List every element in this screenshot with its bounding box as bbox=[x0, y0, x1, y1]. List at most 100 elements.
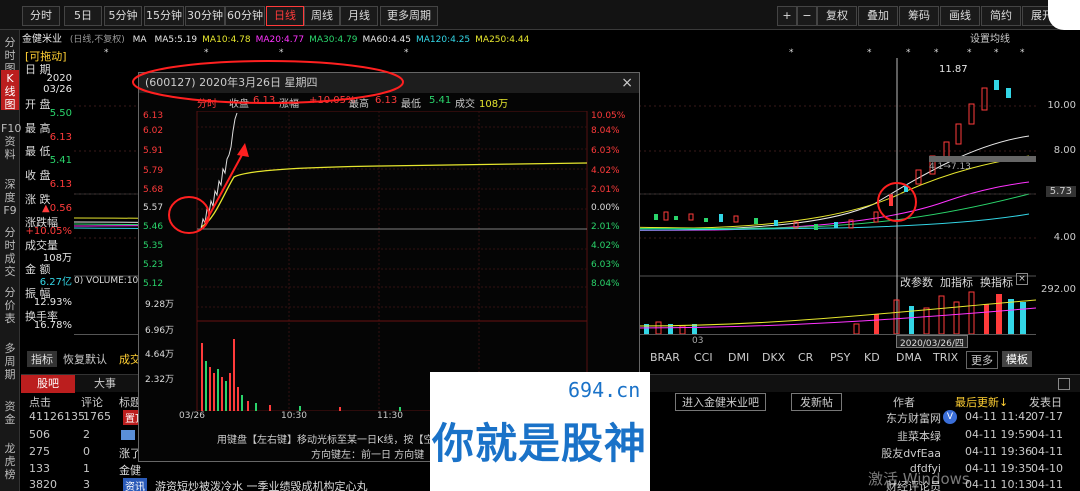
price-tick: 10.00 bbox=[1047, 100, 1076, 111]
date-cursor: 2020/03/26/四 bbox=[896, 335, 968, 349]
price-tick: 5.79 bbox=[143, 166, 164, 176]
period-monthly[interactable]: 月线 bbox=[340, 6, 378, 26]
row-clicks: 41126135 bbox=[29, 410, 85, 423]
price-tick: 5.46 bbox=[143, 222, 164, 232]
tab-tick-trades[interactable]: 分时成交 bbox=[1, 226, 19, 278]
period-weekly[interactable]: 周线 bbox=[304, 6, 340, 26]
indicator-cci[interactable]: CCI bbox=[694, 351, 713, 364]
zoom-in-button[interactable]: + bbox=[777, 6, 797, 26]
col-author: 作者 bbox=[893, 396, 915, 409]
indicator-tab[interactable]: 指标 bbox=[27, 351, 57, 367]
pct-tick: 4.02% bbox=[591, 166, 620, 176]
period-daily[interactable]: 日线 bbox=[266, 6, 304, 26]
svg-text:*: * bbox=[867, 48, 872, 58]
price-axis: 10.00 8.00 5.73 4.00 292.00 bbox=[1036, 44, 1080, 364]
tab-depth[interactable]: 深度F9 bbox=[1, 178, 19, 217]
ma-settings-link[interactable]: 设置均线 bbox=[970, 30, 1010, 45]
time-tick: 10:30 bbox=[281, 411, 307, 421]
tab-guba[interactable]: 股吧 bbox=[21, 375, 75, 393]
period-more[interactable]: 更多周期 bbox=[380, 6, 438, 26]
period-5day[interactable]: 5日 bbox=[64, 6, 102, 26]
reset-default[interactable]: 恢复默认 bbox=[63, 351, 107, 367]
price-tick: 4.00 bbox=[1053, 232, 1076, 243]
more-indicators[interactable]: 更多 bbox=[966, 351, 998, 369]
period-intraday[interactable]: 分时 bbox=[22, 6, 60, 26]
col-latest[interactable]: 最后更新↓ bbox=[955, 394, 1008, 410]
time-tick: 03/26 bbox=[179, 411, 205, 421]
svg-text:*: * bbox=[906, 48, 911, 58]
left-side-tabs: 分时图 K线图 F10资料 深度F9 分时成交 分价表 多周期 资金 龙虎榜 bbox=[0, 30, 21, 491]
verified-icon: V bbox=[943, 410, 957, 424]
tab-multi-period[interactable]: 多周期 bbox=[1, 342, 19, 381]
indicator-dmi[interactable]: DMI bbox=[728, 351, 749, 364]
pct-tick: 8.04% bbox=[591, 279, 620, 289]
indicator-brar[interactable]: BRAR bbox=[650, 351, 680, 364]
indicator-dkx[interactable]: DKX bbox=[762, 351, 785, 364]
svg-text:*: * bbox=[934, 48, 939, 58]
price-tick: 6.02 bbox=[143, 126, 164, 136]
row-author[interactable]: 东方财富网 bbox=[857, 410, 941, 426]
row-posted: 04-11 bbox=[1031, 445, 1063, 458]
row-posted: 04-10 bbox=[1031, 462, 1063, 475]
amplitude-value: 12.93% bbox=[33, 297, 72, 308]
tab-price-table[interactable]: 分价表 bbox=[1, 286, 19, 325]
pct-tick: 8.04% bbox=[591, 126, 620, 136]
period-30min[interactable]: 30分钟 bbox=[185, 6, 225, 26]
indicator-add[interactable]: 加指标 bbox=[940, 274, 973, 290]
turnover-value: 16.78% bbox=[33, 320, 72, 331]
chips-button[interactable]: 筹码 bbox=[899, 6, 939, 26]
activate-windows-watermark: 激活 Windows bbox=[868, 470, 970, 488]
svg-text:*: * bbox=[104, 48, 109, 58]
indicator-switch[interactable]: 换指标 bbox=[980, 274, 1013, 290]
period-60min[interactable]: 60分钟 bbox=[225, 6, 265, 26]
indicator-edit-params[interactable]: 改参数 bbox=[900, 274, 933, 290]
price-tick: 5.35 bbox=[143, 241, 164, 251]
indicator-dma[interactable]: DMA bbox=[896, 351, 922, 364]
row-posted: 04-11 bbox=[1031, 478, 1063, 491]
indicator-kd[interactable]: KD bbox=[864, 351, 880, 364]
period-15min[interactable]: 15分钟 bbox=[144, 6, 184, 26]
tab-funds[interactable]: 资金 bbox=[1, 400, 19, 426]
row-title[interactable]: 金健 bbox=[119, 462, 141, 478]
close-icon[interactable]: × bbox=[1016, 273, 1028, 285]
indicator-psy[interactable]: PSY bbox=[830, 351, 850, 364]
tab-f10[interactable]: F10资料 bbox=[1, 122, 21, 161]
row-title[interactable]: 游资短炒被泼冷水 一季业绩毁成机构定心丸 bbox=[155, 478, 368, 491]
new-post-button[interactable]: 发新帖 bbox=[791, 393, 842, 411]
tab-dragon-tiger[interactable]: 龙虎榜 bbox=[1, 442, 19, 481]
indicator-trix[interactable]: TRIX bbox=[933, 351, 958, 364]
price-tick: 5.12 bbox=[143, 279, 164, 289]
period-5min[interactable]: 5分钟 bbox=[104, 6, 142, 26]
collapse-icon[interactable] bbox=[1058, 378, 1070, 390]
watermark-text: 你就是股神 bbox=[432, 419, 648, 468]
price-tick: 5.23 bbox=[143, 260, 164, 270]
watermark-url: 694.cn bbox=[568, 378, 641, 402]
popup-low-value: 5.41 bbox=[429, 95, 452, 106]
svg-text:*: * bbox=[1020, 48, 1025, 58]
overlay-button[interactable]: 叠加 bbox=[858, 6, 898, 26]
row-updated: 04-11 11:42 bbox=[965, 410, 1033, 423]
row-author[interactable]: 股友dvfEaa bbox=[857, 445, 941, 461]
close-label: 收 盘 bbox=[25, 169, 51, 182]
template-button[interactable]: 模板 bbox=[1002, 351, 1032, 367]
tab-events[interactable]: 大事 bbox=[85, 375, 125, 393]
svg-text:*: * bbox=[789, 48, 794, 58]
open-value: 5.50 bbox=[49, 108, 72, 119]
tab-kline-chart[interactable]: K线图 bbox=[1, 70, 19, 111]
row-author[interactable]: 韭菜本绿 bbox=[857, 428, 941, 444]
close-icon[interactable]: × bbox=[621, 75, 633, 91]
adjust-button[interactable]: 复权 bbox=[817, 6, 857, 26]
pct-tick: 6.03% bbox=[591, 260, 620, 270]
draw-line-button[interactable]: 画线 bbox=[940, 6, 980, 26]
row-clicks: 275 bbox=[29, 445, 50, 458]
enter-forum-button[interactable]: 进入金健米业吧 bbox=[675, 393, 766, 411]
simple-button[interactable]: 简约 bbox=[981, 6, 1021, 26]
info-panel: [可拖动] 日 期 2020 03/26 开 盘 5.50 最 高 6.13 最… bbox=[21, 44, 74, 334]
intraday-volume bbox=[201, 339, 401, 411]
title-highlight bbox=[132, 60, 404, 104]
svg-text:*: * bbox=[994, 48, 999, 58]
open-label: 开 盘 bbox=[25, 98, 51, 111]
zoom-out-button[interactable]: − bbox=[797, 6, 817, 26]
indicator-cr[interactable]: CR bbox=[798, 351, 813, 364]
site-watermark: 694.cn 你就是股神 bbox=[430, 372, 650, 491]
